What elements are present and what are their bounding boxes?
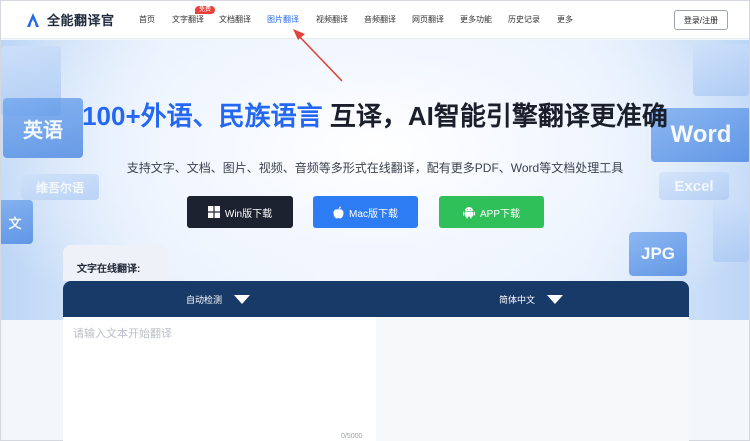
translation-result-pane [376,317,689,441]
logo-text: 全能翻译官 [47,13,115,28]
source-language-select[interactable]: 自动检测 [186,293,251,306]
nav-audio-translate[interactable]: 音频翻译 [364,14,396,25]
character-count: 0/5000 [341,433,363,440]
logo[interactable]: 全能翻译官 [25,10,115,29]
mac-download-button[interactable]: Mac版下载 [313,196,418,228]
caret-down-icon [234,295,251,304]
nav-history[interactable]: 历史记录 [508,14,540,25]
source-text-input[interactable] [73,325,363,425]
app-download-label: APP下载 [479,208,520,220]
app-download-button[interactable]: APP下载 [439,196,544,228]
nav-image-translate[interactable]: 图片翻译 [267,14,299,25]
caret-down-icon [547,295,564,304]
deco-card [693,44,749,96]
free-badge: 免费 [195,6,216,14]
nav-web-translate[interactable]: 网页翻译 [412,14,444,25]
nav-document-translate[interactable]: 文档翻译 [219,14,251,25]
source-language-label: 自动检测 [186,295,223,305]
win-download-button[interactable]: Win版下载 [187,196,293,228]
deco-card-wen: 文 [1,200,33,244]
target-language-select[interactable]: 简体中文 [499,293,564,306]
apple-icon [333,205,344,219]
deco-card [713,202,749,262]
hero-title-rest: 互译，AI智能引擎翻译更准确 [322,101,668,131]
deco-card-excel: Excel [659,172,729,200]
nav-more-features[interactable]: 更多功能 [460,14,492,25]
language-bar: 自动检测 简体中文 [63,281,689,317]
mac-download-label: Mac版下载 [349,208,398,220]
nav-more[interactable]: 更多 [557,14,573,25]
android-icon [462,206,475,219]
login-register-button[interactable]: 登录/注册 [674,10,728,30]
deco-card-jpg: JPG [629,232,687,276]
target-language-label: 简体中文 [499,295,536,305]
hero-title: 100+外语、民族语言 互译，AI智能引擎翻译更准确 [1,96,749,133]
windows-icon [207,206,220,218]
text-translate-section-label: 文字在线翻译: [63,245,168,281]
source-text-pane: 0/5000 [63,317,376,441]
nav-video-translate[interactable]: 视频翻译 [316,14,348,25]
hero-title-highlight: 100+外语、民族语言 [82,101,323,131]
top-header: 全能翻译官 首页 文字翻译 免费 文档翻译 图片翻译 视频翻译 音频翻译 网页翻… [1,1,749,39]
nav-text-translate[interactable]: 文字翻译 [172,14,204,25]
nav-home[interactable]: 首页 [139,14,155,25]
win-download-label: Win版下载 [224,208,273,220]
hero-subtitle: 支持文字、文档、图片、视频、音频等多形式在线翻译，配有更多PDF、Word等文档… [126,161,624,175]
logo-icon [27,12,39,27]
deco-card-uyghur: 维吾尔语 [21,174,99,200]
right-decoration: Word Excel JPG [629,40,749,320]
